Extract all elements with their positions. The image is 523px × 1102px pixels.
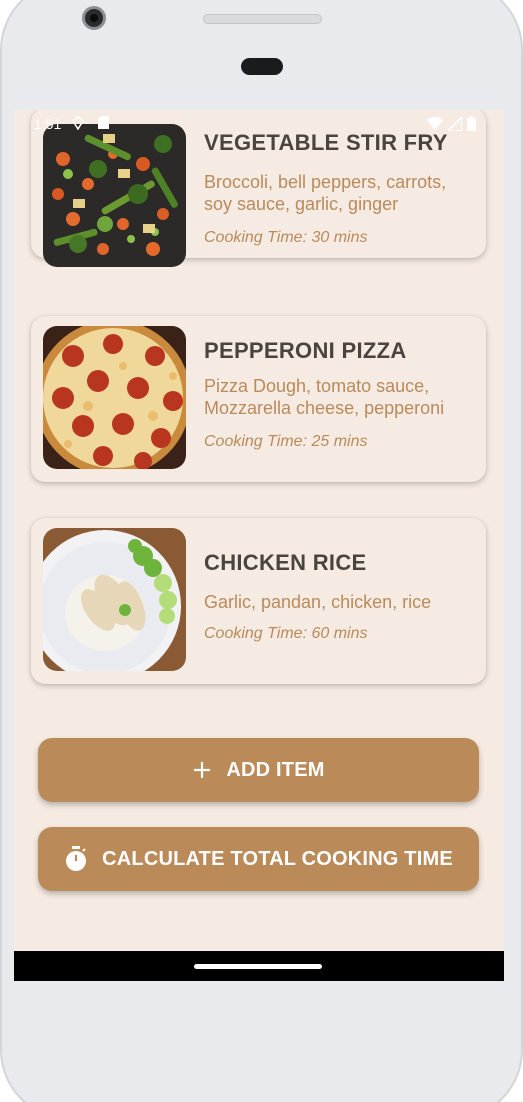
proximity-sensor <box>241 58 283 75</box>
home-gesture-handle[interactable] <box>194 964 322 969</box>
status-bar: 1:51 <box>14 110 504 136</box>
chicken-rice-photo <box>43 528 186 671</box>
app-screen: 1:51 VEGETABLE STIR FRY Broccoli, bell p… <box>14 110 504 980</box>
recipe-cooking-time: Cooking Time: 25 mins <box>204 433 368 450</box>
navigation-bar <box>14 951 504 981</box>
front-camera <box>82 6 106 30</box>
signal-icon <box>446 114 463 134</box>
recipe-cooking-time: Cooking Time: 30 mins <box>204 229 368 246</box>
plus-icon <box>192 760 212 780</box>
location-icon <box>72 116 84 133</box>
recipe-title: CHICKEN RICE <box>204 550 367 575</box>
recipe-ingredients: Pizza Dough, tomato sauce, Mozzarella ch… <box>204 376 445 418</box>
stopwatch-icon <box>64 846 88 872</box>
battery-icon <box>467 116 476 134</box>
status-time: 1:51 <box>34 116 62 132</box>
recipe-ingredients: Garlic, pandan, chicken, rice <box>204 592 432 612</box>
recipe-ingredients: Broccoli, bell peppers, carrots, soy sau… <box>204 172 447 214</box>
recipe-title: PEPPERONI PIZZA <box>204 338 407 363</box>
pepperoni-pizza-photo <box>43 326 186 469</box>
calculate-label: CALCULATE TOTAL COOKING TIME <box>102 847 453 870</box>
calculate-total-time-button[interactable]: CALCULATE TOTAL COOKING TIME <box>38 827 479 891</box>
earpiece-speaker <box>203 14 322 24</box>
sd-card-icon <box>98 116 109 132</box>
recipe-card[interactable]: CHICKEN RICE Garlic, pandan, chicken, ri… <box>31 518 486 684</box>
add-item-label: ADD ITEM <box>226 758 325 781</box>
vegetable-stir-fry-photo <box>43 124 186 267</box>
recipe-card[interactable]: PEPPERONI PIZZA Pizza Dough, tomato sauc… <box>31 316 486 482</box>
wifi-icon <box>427 116 443 134</box>
add-item-button[interactable]: ADD ITEM <box>38 738 479 802</box>
recipe-cooking-time: Cooking Time: 60 mins <box>204 625 368 642</box>
